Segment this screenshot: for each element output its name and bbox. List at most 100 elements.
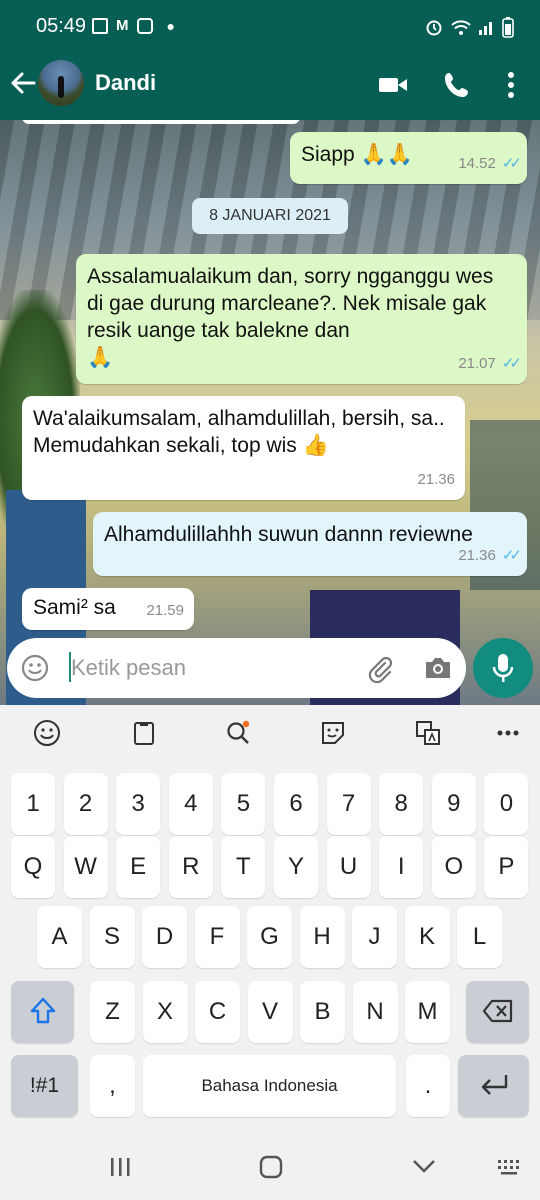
key-k[interactable]: K (404, 906, 450, 968)
message-time: 14.52 (458, 155, 496, 172)
more-notifications-dot-icon: ● (166, 17, 175, 34)
navigation-bar (0, 1132, 540, 1200)
status-time: 05:49 (36, 15, 87, 37)
shift-arrow-icon (30, 997, 55, 1024)
read-ticks-icon: ✓✓ (501, 155, 522, 172)
key-f[interactable]: F (194, 906, 240, 968)
enter-icon (481, 1075, 507, 1095)
camera-icon[interactable] (423, 655, 453, 681)
key-x[interactable]: X (142, 981, 188, 1043)
key-b[interactable]: B (300, 981, 345, 1043)
message-text-line1: Wa'alaikumsalam, alhamdulillah, bersih, … (33, 407, 445, 430)
backspace-icon (482, 999, 512, 1023)
app-notification-icon (136, 17, 153, 34)
keyboard-switch-icon[interactable] (496, 1158, 524, 1176)
recents-icon[interactable] (108, 1156, 134, 1178)
key-r[interactable]: R (168, 836, 213, 898)
emoji-icon[interactable] (21, 654, 49, 682)
key-j[interactable]: J (352, 906, 397, 968)
attach-icon[interactable] (365, 654, 395, 684)
wifi-icon (451, 20, 471, 35)
key-4[interactable]: 4 (168, 773, 213, 835)
key-d[interactable]: D (142, 906, 187, 968)
key-y[interactable]: Y (274, 836, 318, 898)
key-z[interactable]: Z (90, 981, 135, 1043)
read-ticks-icon: ✓✓ (501, 355, 522, 372)
shift-key[interactable] (11, 981, 74, 1043)
keyboard: 1234567890 QWERTYUIOP ASDFGHJKL ZXCVBNM … (0, 705, 540, 1200)
previous-bubble-edge (22, 120, 300, 124)
key-u[interactable]: U (326, 836, 371, 898)
key-q[interactable]: Q (11, 836, 55, 898)
message-bubble[interactable]: Wa'alaikumsalam, alhamdulillah, bersih, … (22, 396, 465, 500)
space-key[interactable]: Bahasa Indonesia (143, 1055, 396, 1117)
key-c[interactable]: C (195, 981, 240, 1043)
backspace-key[interactable] (466, 981, 529, 1043)
message-time: 21.59 (146, 602, 184, 619)
key-5[interactable]: 5 (221, 773, 266, 835)
key-w[interactable]: W (63, 836, 108, 898)
key-3[interactable]: 3 (116, 773, 161, 835)
message-composer[interactable]: Ketik pesan (7, 638, 466, 698)
emoji-keyboard-icon[interactable] (33, 719, 61, 747)
key-a[interactable]: A (37, 906, 82, 968)
message-bubble[interactable]: Assalamualaikum dan, sorry ngganggu wes … (76, 254, 527, 384)
period-key[interactable]: . (406, 1055, 450, 1117)
key-0[interactable]: 0 (484, 773, 529, 835)
key-h[interactable]: H (299, 906, 345, 968)
back-arrow-icon[interactable] (8, 68, 38, 98)
key-1[interactable]: 1 (11, 773, 55, 835)
comma-key[interactable]: , (90, 1055, 135, 1117)
translate-icon[interactable] (414, 719, 442, 747)
symbols-key[interactable]: !#1 (11, 1055, 78, 1117)
gallery-icon (92, 17, 108, 34)
message-text: Siapp (301, 143, 355, 166)
key-2[interactable]: 2 (63, 773, 108, 835)
gmail-icon: M (116, 17, 129, 34)
contact-name[interactable]: Dandi (95, 70, 156, 96)
clipboard-icon[interactable] (130, 719, 158, 747)
message-time: 21.36 (417, 471, 455, 488)
message-bubble[interactable]: Sami² sa 21.59 (22, 588, 194, 630)
voice-call-icon[interactable] (440, 68, 474, 102)
key-o[interactable]: O (431, 836, 476, 898)
key-m[interactable]: M (405, 981, 450, 1043)
key-e[interactable]: E (116, 836, 161, 898)
key-6[interactable]: 6 (274, 773, 318, 835)
pray-emoji: 🙏🙏 (360, 142, 413, 166)
key-p[interactable]: P (484, 836, 529, 898)
enter-key[interactable] (458, 1055, 529, 1117)
signal-icon (479, 22, 492, 35)
key-i[interactable]: I (379, 836, 424, 898)
contact-avatar[interactable] (38, 60, 84, 106)
microphone-icon (492, 654, 514, 682)
sticker-icon[interactable] (319, 719, 347, 747)
key-t[interactable]: T (221, 836, 266, 898)
message-input[interactable]: Ketik pesan (71, 655, 186, 681)
system-icons (424, 16, 514, 38)
message-time: 21.36 (458, 547, 496, 564)
key-s[interactable]: S (89, 906, 135, 968)
message-bubble[interactable]: Siapp 🙏🙏 14.52 ✓✓ (290, 132, 527, 184)
key-8[interactable]: 8 (379, 773, 424, 835)
notification-icons: M ● (92, 17, 175, 34)
home-icon[interactable] (258, 1154, 284, 1180)
key-l[interactable]: L (457, 906, 502, 968)
key-7[interactable]: 7 (326, 773, 371, 835)
thumbs-up-emoji: 👍 (302, 433, 329, 457)
back-nav-icon[interactable] (410, 1156, 438, 1176)
more-icon[interactable] (494, 719, 522, 747)
status-bar: 05:49 M ● (0, 0, 540, 50)
more-options-icon[interactable] (494, 68, 528, 102)
pray-emoji: 🙏 (87, 345, 114, 369)
voice-record-button[interactable] (473, 638, 533, 698)
key-g[interactable]: G (247, 906, 292, 968)
chat-area[interactable]: Siapp 🙏🙏 14.52 ✓✓ 8 JANUARI 2021 Assalamu… (0, 120, 540, 705)
message-bubble[interactable]: Alhamdulillahhh suwun dannn reviewne 21.… (93, 512, 527, 576)
alarm-icon (426, 20, 442, 36)
key-n[interactable]: N (352, 981, 398, 1043)
search-icon[interactable] (224, 719, 252, 747)
video-call-icon[interactable] (376, 68, 410, 102)
key-v[interactable]: V (247, 981, 293, 1043)
key-9[interactable]: 9 (431, 773, 476, 835)
